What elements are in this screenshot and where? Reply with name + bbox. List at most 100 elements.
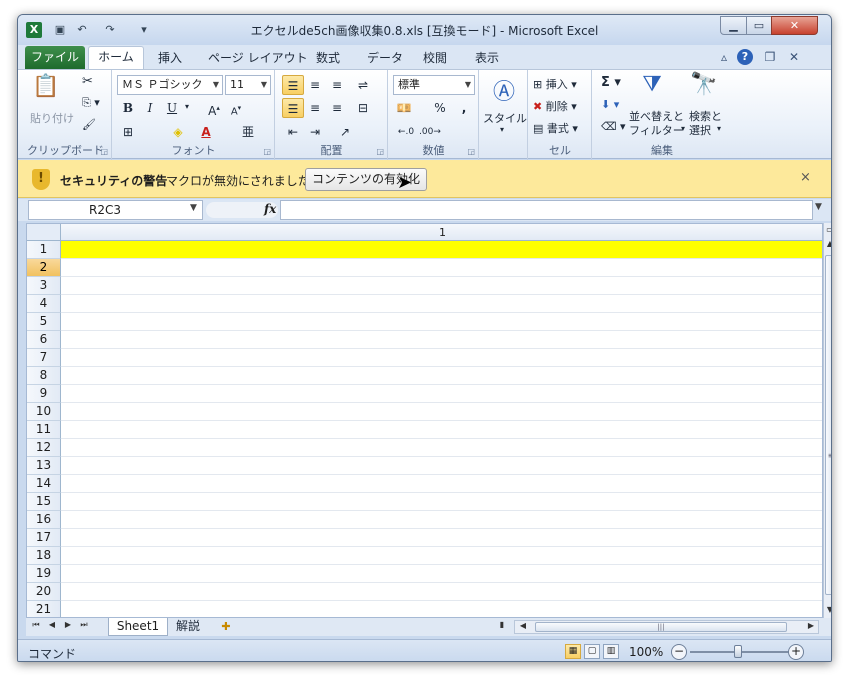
row-cells[interactable] xyxy=(61,439,822,457)
row-cells[interactable] xyxy=(61,511,822,529)
scroll-down-icon[interactable]: ▼ xyxy=(824,603,831,617)
row-cells[interactable] xyxy=(61,385,822,403)
row-cells[interactable] xyxy=(61,241,822,259)
restore-workbook-icon[interactable]: ❐ xyxy=(762,49,778,65)
page-layout-view-button[interactable]: ▢ xyxy=(584,644,600,659)
row-cells[interactable] xyxy=(61,547,822,565)
italic-button[interactable]: I xyxy=(139,98,161,118)
row-header[interactable]: 21 xyxy=(27,601,61,617)
row-header[interactable]: 1 xyxy=(27,241,61,259)
row-header[interactable]: 5 xyxy=(27,313,61,331)
row-cells[interactable] xyxy=(61,493,822,511)
row-header[interactable]: 18 xyxy=(27,547,61,565)
row-cells[interactable] xyxy=(61,583,822,601)
formula-input[interactable] xyxy=(280,200,813,220)
row-header[interactable]: 4 xyxy=(27,295,61,313)
paste-icon[interactable]: 📋 xyxy=(32,74,60,99)
page-break-view-button[interactable]: ▥ xyxy=(603,644,619,659)
horizontal-scrollbar[interactable]: ◀ ||| ▶ xyxy=(514,620,819,634)
font-color-icon[interactable]: A xyxy=(195,122,217,142)
minimize-button[interactable]: ▁ xyxy=(720,16,747,35)
format-cells-button[interactable]: ▤ 書式 ▾ xyxy=(533,120,578,136)
zoom-in-button[interactable]: + xyxy=(788,644,804,660)
minimize-ribbon-icon[interactable]: ▵ xyxy=(716,49,732,65)
vertical-scrollbar[interactable]: ▭ ▲ ≡ ▼ xyxy=(823,223,831,618)
maximize-button[interactable]: ▭ xyxy=(746,16,772,35)
select-all-corner[interactable] xyxy=(27,224,61,241)
row-cells[interactable] xyxy=(61,565,822,583)
row-header[interactable]: 9 xyxy=(27,385,61,403)
row-header[interactable]: 6 xyxy=(27,331,61,349)
row-cells[interactable] xyxy=(61,601,822,617)
align-right-button[interactable]: ≡ xyxy=(326,98,348,118)
name-box[interactable]: R2C3 xyxy=(28,200,203,220)
styles-icon[interactable]: Ⓐ xyxy=(490,74,518,106)
delete-cells-button[interactable]: ✖ 削除 ▾ xyxy=(533,98,577,114)
fill-color-icon[interactable]: ◈ xyxy=(167,122,189,142)
find-select-dropdown-icon[interactable]: ▾ xyxy=(717,124,721,133)
tab-split-handle-icon[interactable]: ▮ xyxy=(496,620,508,629)
normal-view-button[interactable]: ▦ xyxy=(565,644,581,659)
merge-center-button[interactable]: ⊟ xyxy=(352,98,374,118)
tab-file[interactable]: ファイル xyxy=(25,46,85,69)
row-cells[interactable] xyxy=(61,277,822,295)
underline-dropdown-icon[interactable]: ▾ xyxy=(185,102,189,111)
row-cells[interactable] xyxy=(61,403,822,421)
font-name-select[interactable]: ＭＳ Ｐゴシック ▼ xyxy=(117,75,223,95)
prev-sheet-icon[interactable]: ◀ xyxy=(46,620,58,629)
scroll-up-icon[interactable]: ▲ xyxy=(824,237,831,251)
underline-button[interactable]: U xyxy=(161,98,183,118)
row-cells[interactable] xyxy=(61,367,822,385)
row-header[interactable]: 15 xyxy=(27,493,61,511)
zoom-out-button[interactable]: − xyxy=(671,644,687,660)
zoom-slider-thumb[interactable] xyxy=(734,645,742,658)
row-header[interactable]: 19 xyxy=(27,565,61,583)
tab-view[interactable]: 表示 xyxy=(475,49,499,66)
row-cells[interactable] xyxy=(61,313,822,331)
sort-filter-label-2[interactable]: フィルター xyxy=(629,122,684,138)
bold-button[interactable]: B xyxy=(117,98,139,118)
row-header[interactable]: 13 xyxy=(27,457,61,475)
row-header[interactable]: 8 xyxy=(27,367,61,385)
tab-home[interactable]: ホーム xyxy=(88,46,144,69)
row-cells[interactable] xyxy=(61,349,822,367)
styles-button-label[interactable]: スタイル xyxy=(483,110,527,126)
alignment-launcher-icon[interactable]: ◲ xyxy=(376,147,384,156)
row-cells[interactable] xyxy=(61,475,822,493)
row-header[interactable]: 17 xyxy=(27,529,61,547)
row-cells[interactable] xyxy=(61,529,822,547)
row-header[interactable]: 2 xyxy=(27,259,61,277)
expand-formula-bar-icon[interactable]: ▼ xyxy=(815,202,827,212)
row-header[interactable]: 14 xyxy=(27,475,61,493)
increase-indent-button[interactable]: ⇥ xyxy=(304,122,326,142)
sheet-tab-kaisetsu[interactable]: 解説 xyxy=(170,618,206,636)
insert-cells-button[interactable]: ⊞ 挿入 ▾ xyxy=(533,76,577,92)
align-center-button[interactable]: ≡ xyxy=(304,98,326,118)
row-header[interactable]: 16 xyxy=(27,511,61,529)
tab-page-layout[interactable]: ページ レイアウト xyxy=(208,49,308,66)
close-security-bar-icon[interactable]: × xyxy=(800,170,811,185)
first-sheet-icon[interactable]: ⏮ xyxy=(30,620,42,630)
row-cells[interactable] xyxy=(61,421,822,439)
paste-button-label[interactable]: 貼り付け xyxy=(30,110,74,126)
row-cells[interactable] xyxy=(61,259,822,277)
font-size-select[interactable]: 11 ▼ xyxy=(225,75,271,95)
row-cells[interactable] xyxy=(61,457,822,475)
row-header[interactable]: 3 xyxy=(27,277,61,295)
tab-insert[interactable]: 挿入 xyxy=(158,49,182,66)
insert-function-icon[interactable]: fx xyxy=(264,202,276,216)
close-workbook-icon[interactable]: ✕ xyxy=(786,49,802,65)
align-bottom-button[interactable]: ≡ xyxy=(326,75,348,95)
next-sheet-icon[interactable]: ▶ xyxy=(62,620,74,629)
phonetic-guide-icon[interactable]: 亜 xyxy=(237,122,259,142)
zoom-level[interactable]: 100% xyxy=(629,645,663,659)
wrap-text-button[interactable]: ⇌ xyxy=(352,75,374,95)
clipboard-launcher-icon[interactable]: ◲ xyxy=(100,147,108,156)
tab-review[interactable]: 校閲 xyxy=(423,49,447,66)
styles-dropdown-icon[interactable]: ▾ xyxy=(500,125,504,134)
name-box-dropdown-icon[interactable]: ▼ xyxy=(190,203,197,213)
row-header[interactable]: 12 xyxy=(27,439,61,457)
decrease-font-icon[interactable]: A▾ xyxy=(225,98,247,118)
close-window-button[interactable]: ✕ xyxy=(771,16,818,35)
worksheet-grid[interactable]: 1 1 2 3 4 5 6 7 8 9 10 11 12 13 14 15 16 17 18 19 20 21 xyxy=(26,223,823,618)
